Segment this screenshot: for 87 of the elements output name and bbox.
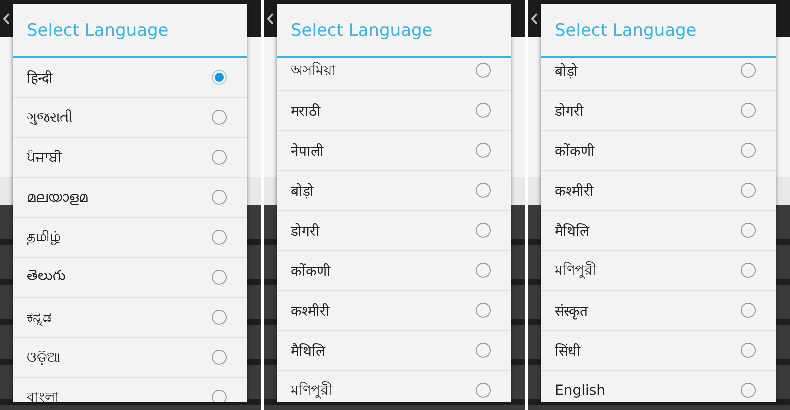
language-label: ਪੰਜਾਬੀ xyxy=(27,150,62,166)
language-label: कश्मीरी xyxy=(291,302,330,320)
language-option[interactable]: कश्मीरी xyxy=(541,171,776,211)
language-label: ಕನ್ನಡ xyxy=(27,310,52,326)
language-label: தமிழ் xyxy=(27,229,61,246)
radio-button[interactable] xyxy=(476,143,491,158)
language-option[interactable]: മലയാളമ xyxy=(13,178,247,218)
back-icon[interactable] xyxy=(267,12,274,24)
language-option[interactable]: डोगरी xyxy=(277,211,511,251)
radio-button[interactable] xyxy=(212,270,227,285)
radio-button[interactable] xyxy=(476,383,491,398)
language-label: অসমিয়া xyxy=(291,61,336,80)
language-label: मराठी xyxy=(291,102,321,120)
back-icon[interactable] xyxy=(3,12,10,24)
radio-button[interactable] xyxy=(741,143,756,158)
language-option[interactable]: डोगरी xyxy=(541,91,776,131)
language-option[interactable]: தமிழ் xyxy=(13,218,247,258)
radio-button[interactable] xyxy=(476,183,491,198)
language-option[interactable]: मैथिलि xyxy=(277,331,511,371)
language-label: कोंकणी xyxy=(291,262,331,280)
language-option[interactable]: संस्कृत xyxy=(541,291,776,331)
dialog-title: Select Language xyxy=(13,4,247,58)
language-option[interactable]: कोंकणी xyxy=(541,131,776,171)
radio-button[interactable] xyxy=(212,230,227,245)
language-option[interactable]: सिंधी xyxy=(541,331,776,371)
language-label: संस्कृत xyxy=(555,303,588,320)
language-label: हिन्दी xyxy=(27,70,53,87)
language-label: ଓଡ଼ିଆ xyxy=(27,350,61,366)
radio-button[interactable] xyxy=(741,263,756,278)
language-label: कश्मीरी xyxy=(555,182,594,200)
radio-button[interactable] xyxy=(212,190,227,205)
radio-button[interactable] xyxy=(476,63,491,78)
radio-button[interactable] xyxy=(212,150,227,165)
language-option[interactable]: मराठी xyxy=(277,91,511,131)
language-option[interactable]: অসমিয়া xyxy=(277,51,511,91)
language-option[interactable]: कोंकणी xyxy=(277,251,511,291)
radio-button[interactable] xyxy=(212,110,227,125)
radio-button[interactable] xyxy=(212,70,227,85)
language-label: डोगरी xyxy=(291,222,320,240)
language-option[interactable]: कश्मीरी xyxy=(277,291,511,331)
language-label: बोड़ो xyxy=(291,182,314,200)
radio-button[interactable] xyxy=(476,103,491,118)
radio-button[interactable] xyxy=(476,343,491,358)
radio-button[interactable] xyxy=(741,303,756,318)
radio-button[interactable] xyxy=(741,223,756,238)
language-option[interactable]: ଓଡ଼ିଆ xyxy=(13,338,247,378)
language-label: মণিপুরী xyxy=(291,380,333,401)
language-option[interactable]: মণিপুরী xyxy=(277,371,511,402)
language-option[interactable]: ਪੰਜਾਬੀ xyxy=(13,138,247,178)
language-label: తెలుగు xyxy=(27,268,66,286)
radio-button[interactable] xyxy=(741,63,756,78)
language-option[interactable]: తెలుగు xyxy=(13,258,247,298)
back-icon[interactable] xyxy=(531,12,538,24)
language-label: English xyxy=(555,382,606,398)
language-option[interactable]: बोड़ो xyxy=(277,171,511,211)
radio-button[interactable] xyxy=(476,263,491,278)
dialog-title: Select Language xyxy=(277,4,511,58)
language-label: বাংলা xyxy=(27,388,59,402)
language-option[interactable]: ಕನ್ನಡ xyxy=(13,298,247,338)
language-label: মণিপুরী xyxy=(555,260,597,281)
language-label: सिंधी xyxy=(555,342,581,360)
language-option[interactable]: बोड़ो xyxy=(541,51,776,91)
language-label: नेपाली xyxy=(291,142,324,160)
language-option[interactable]: नेपाली xyxy=(277,131,511,171)
language-option[interactable]: ગુજરાતી xyxy=(13,98,247,138)
radio-button[interactable] xyxy=(741,343,756,358)
radio-button[interactable] xyxy=(741,383,756,398)
radio-button[interactable] xyxy=(476,223,491,238)
radio-button[interactable] xyxy=(741,103,756,118)
language-option[interactable]: English xyxy=(541,371,776,402)
language-option[interactable]: বাংলা xyxy=(13,378,247,402)
dialog-title: Select Language xyxy=(541,4,776,58)
language-label: बोड़ो xyxy=(555,62,578,80)
language-label: कोंकणी xyxy=(555,142,595,160)
radio-button[interactable] xyxy=(476,303,491,318)
radio-button[interactable] xyxy=(212,390,227,402)
language-label: ગુજરાતી xyxy=(27,110,73,126)
language-option[interactable]: মণিপুরী xyxy=(541,251,776,291)
radio-button[interactable] xyxy=(212,310,227,325)
language-option[interactable]: मैथिलि xyxy=(541,211,776,251)
radio-button[interactable] xyxy=(212,350,227,365)
language-label: मैथिलि xyxy=(555,222,589,240)
language-label: मैथिलि xyxy=(291,342,325,360)
language-label: डोगरी xyxy=(555,102,584,120)
language-label: മലയാളമ xyxy=(27,190,88,206)
radio-button[interactable] xyxy=(741,183,756,198)
language-option[interactable]: हिन्दी xyxy=(13,58,247,98)
